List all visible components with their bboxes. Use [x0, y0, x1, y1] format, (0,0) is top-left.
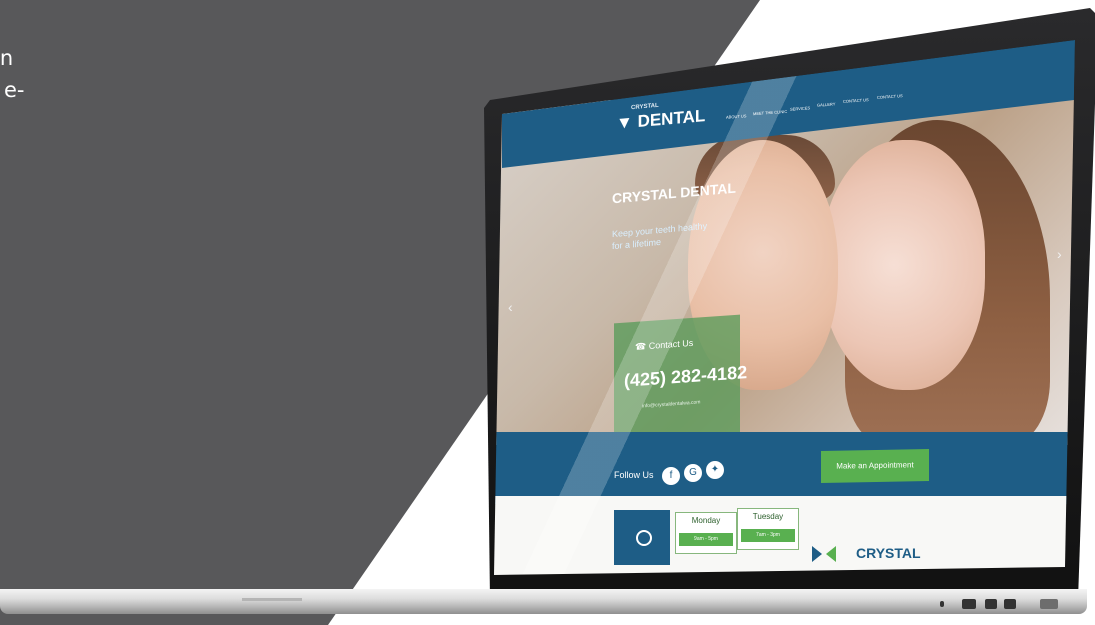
appointment-button[interactable]: Make an Appointment	[821, 449, 929, 483]
port-icon	[1004, 599, 1016, 609]
day-hours: 7am - 3pm	[741, 529, 795, 542]
contact-label-text: Contact Us	[648, 337, 694, 351]
yelp-icon[interactable]: ✦	[706, 461, 724, 479]
facebook-icon[interactable]: f	[662, 467, 680, 485]
follow-bar	[494, 432, 1075, 504]
side-text-line-1: in	[0, 46, 14, 70]
contact-box: ☎ Contact Us (425) 282-4182 info@crystal…	[614, 314, 747, 442]
clock-icon	[636, 530, 652, 546]
port-icon	[1040, 599, 1058, 609]
schedule-monday: Monday 9am - 5pm	[675, 512, 737, 554]
day-hours: 9am - 5pm	[679, 533, 733, 546]
day-name: Tuesday	[752, 512, 784, 521]
clock-box	[614, 510, 670, 565]
laptop-base	[0, 589, 1087, 614]
crystal-logo-icon	[812, 546, 836, 562]
bottom-brand-text: CRYSTAL	[856, 545, 921, 561]
contact-label: ☎ Contact Us	[635, 338, 693, 353]
port-icon	[985, 599, 997, 609]
slider-next-arrow-icon[interactable]: ›	[1057, 246, 1062, 262]
port-icon	[940, 601, 944, 607]
day-name: Monday	[691, 516, 721, 525]
phone-icon: ☎	[635, 340, 649, 352]
email-link[interactable]: info@crystaldentalwa.com	[642, 399, 700, 409]
laptop-hinge	[242, 598, 302, 601]
side-text-line-2: e-	[4, 78, 25, 102]
laptop-ports	[940, 599, 1080, 613]
port-icon	[962, 599, 976, 609]
google-plus-icon[interactable]: G	[684, 464, 702, 482]
schedule-tuesday: Tuesday 7am - 3pm	[737, 508, 799, 550]
follow-us-label: Follow Us	[614, 470, 654, 480]
slider-prev-arrow-icon[interactable]: ‹	[508, 299, 513, 315]
woman-face	[820, 140, 985, 390]
phone-number[interactable]: (425) 282-4182	[624, 362, 747, 392]
tooth-icon: ▼	[616, 112, 638, 133]
